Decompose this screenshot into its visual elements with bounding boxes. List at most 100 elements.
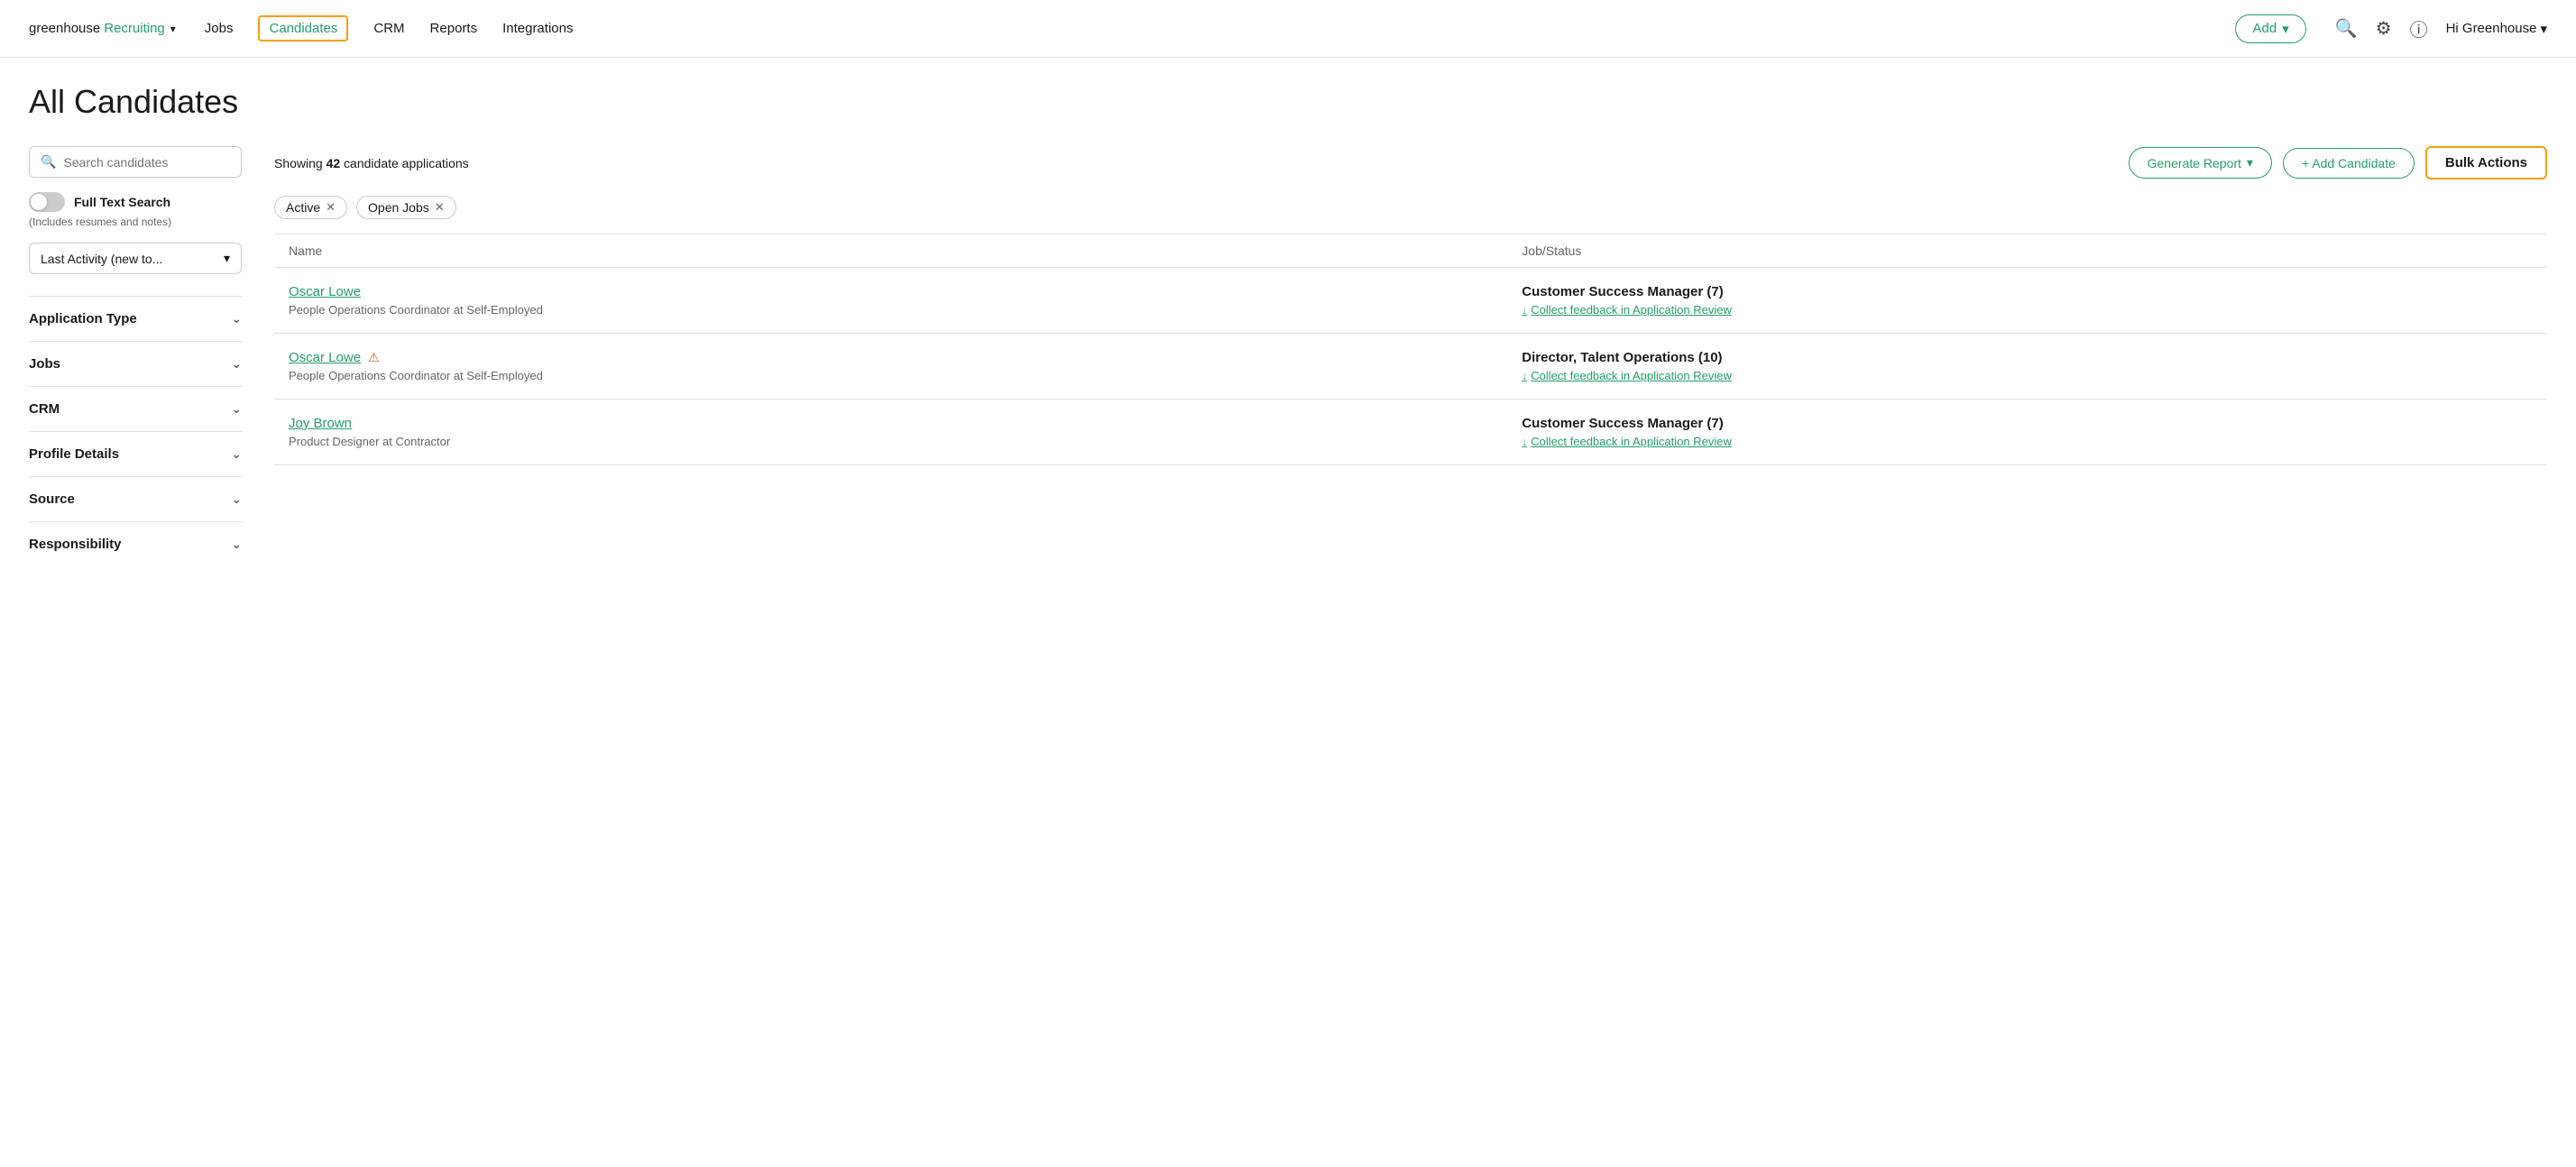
job-link-1[interactable]: ↓ Collect feedback in Application Review bbox=[1522, 369, 2533, 382]
nav-link-integrations[interactable]: Integrations bbox=[502, 17, 573, 40]
candidate-cell-1: Oscar Lowe ⚠ People Operations Coordinat… bbox=[274, 334, 1507, 400]
full-text-search-toggle[interactable] bbox=[29, 192, 65, 212]
table-body: Oscar Lowe People Operations Coordinator… bbox=[274, 268, 2547, 465]
job-link-0[interactable]: ↓ Collect feedback in Application Review bbox=[1522, 303, 2533, 317]
filter-tag-open-jobs[interactable]: Open Jobs ✕ bbox=[356, 196, 456, 219]
bulk-actions-button[interactable]: Bulk Actions bbox=[2425, 146, 2547, 179]
arrow-down-2: ↓ bbox=[1522, 436, 1527, 448]
nav-right: 🔍 ⚙ ⓘ Hi Greenhouse ▾ bbox=[2335, 15, 2547, 41]
page-container: All Candidates 🔍 Full Text Search (Inclu… bbox=[0, 58, 2576, 566]
job-cell-1: Director, Talent Operations (10) ↓ Colle… bbox=[1507, 334, 2547, 400]
add-candidate-button[interactable]: + Add Candidate bbox=[2283, 148, 2415, 179]
table-row: Joy Brown Product Designer at Contractor… bbox=[274, 400, 2547, 465]
col-job: Job/Status bbox=[1507, 234, 2547, 268]
toggle-label: Full Text Search bbox=[74, 195, 170, 209]
sidebar-section-profile-details[interactable]: Profile Details ⌄ bbox=[29, 431, 242, 476]
job-link-label-2: Collect feedback in Application Review bbox=[1531, 435, 1732, 448]
sidebar-section-source-label: Source bbox=[29, 492, 75, 507]
sidebar: 🔍 Full Text Search (Includes resumes and… bbox=[29, 146, 263, 566]
sidebar-section-application-type-label: Application Type bbox=[29, 311, 137, 326]
sidebar-section-crm-chevron: ⌄ bbox=[231, 401, 242, 417]
job-title-0: Customer Success Manager (7) bbox=[1522, 284, 2533, 299]
search-box[interactable]: 🔍 bbox=[29, 146, 242, 178]
sidebar-section-jobs-label: Jobs bbox=[29, 356, 60, 372]
table-row: Oscar Lowe People Operations Coordinator… bbox=[274, 268, 2547, 334]
sidebar-section-jobs[interactable]: Jobs ⌄ bbox=[29, 341, 242, 386]
filter-tag-active-label: Active bbox=[286, 200, 320, 215]
job-title-2: Customer Success Manager (7) bbox=[1522, 416, 2533, 431]
sidebar-section-application-type-chevron: ⌄ bbox=[231, 311, 242, 326]
brand-logo[interactable]: greenhouse Recruiting ▾ bbox=[29, 21, 176, 36]
name-row-0: Oscar Lowe bbox=[289, 284, 1493, 299]
table-header: Name Job/Status bbox=[274, 234, 2547, 268]
showing-text: Showing 42 candidate applications bbox=[274, 156, 469, 170]
navbar: greenhouse Recruiting ▾ Jobs Candidates … bbox=[0, 0, 2576, 58]
sidebar-section-responsibility[interactable]: Responsibility ⌄ bbox=[29, 521, 242, 566]
showing-suffix: candidate applications bbox=[340, 156, 468, 170]
sidebar-section-responsibility-label: Responsibility bbox=[29, 537, 122, 552]
filter-tag-open-jobs-remove[interactable]: ✕ bbox=[435, 200, 445, 215]
warning-icon-1: ⚠ bbox=[368, 350, 380, 365]
filter-tag-active-remove[interactable]: ✕ bbox=[326, 200, 336, 215]
add-button[interactable]: Add ▾ bbox=[2235, 14, 2305, 43]
sidebar-section-jobs-chevron: ⌄ bbox=[231, 356, 242, 372]
generate-report-label: Generate Report bbox=[2148, 156, 2241, 170]
job-link-label-1: Collect feedback in Application Review bbox=[1531, 369, 1732, 382]
sort-chevron: ▾ bbox=[224, 251, 230, 266]
user-menu[interactable]: Hi Greenhouse ▾ bbox=[2446, 21, 2547, 37]
candidate-name-1[interactable]: Oscar Lowe bbox=[289, 350, 361, 365]
header-actions: Generate Report ▾ + Add Candidate Bulk A… bbox=[2129, 146, 2547, 179]
filter-tag-active[interactable]: Active ✕ bbox=[274, 196, 347, 219]
nav-link-reports[interactable]: Reports bbox=[430, 17, 478, 40]
candidate-subtitle-1: People Operations Coordinator at Self-Em… bbox=[289, 369, 1493, 382]
arrow-down-1: ↓ bbox=[1522, 370, 1527, 382]
col-name: Name bbox=[274, 234, 1507, 268]
user-greeting: Hi Greenhouse bbox=[2446, 21, 2537, 36]
sidebar-section-profile-details-label: Profile Details bbox=[29, 446, 119, 462]
candidate-name-2[interactable]: Joy Brown bbox=[289, 416, 352, 431]
candidate-subtitle-0: People Operations Coordinator at Self-Em… bbox=[289, 303, 1493, 317]
candidate-name-0[interactable]: Oscar Lowe bbox=[289, 284, 361, 299]
filter-tags: Active ✕ Open Jobs ✕ bbox=[274, 196, 2547, 219]
sidebar-section-crm-label: CRM bbox=[29, 401, 60, 417]
nav-link-candidates[interactable]: Candidates bbox=[258, 15, 348, 41]
content-header: Showing 42 candidate applications Genera… bbox=[274, 146, 2547, 179]
nav-links: Jobs Candidates CRM Reports Integrations bbox=[205, 15, 2236, 41]
sidebar-section-source[interactable]: Source ⌄ bbox=[29, 476, 242, 521]
toggle-row: Full Text Search bbox=[29, 192, 242, 212]
candidate-cell-2: Joy Brown Product Designer at Contractor bbox=[274, 400, 1507, 465]
search-icon[interactable]: 🔍 bbox=[2335, 17, 2358, 40]
table-row: Oscar Lowe ⚠ People Operations Coordinat… bbox=[274, 334, 2547, 400]
candidates-table: Name Job/Status Oscar Lowe People Operat… bbox=[274, 234, 2547, 465]
sidebar-section-application-type[interactable]: Application Type ⌄ bbox=[29, 296, 242, 341]
sidebar-section-source-chevron: ⌄ bbox=[231, 492, 242, 507]
gear-icon[interactable]: ⚙ bbox=[2376, 17, 2392, 40]
generate-report-button[interactable]: Generate Report ▾ bbox=[2129, 147, 2272, 179]
help-icon[interactable]: ⓘ bbox=[2410, 15, 2428, 41]
name-row-1: Oscar Lowe ⚠ bbox=[289, 350, 1493, 365]
generate-report-chevron: ▾ bbox=[2247, 155, 2253, 170]
user-chevron: ▾ bbox=[2540, 21, 2547, 37]
showing-prefix: Showing bbox=[274, 156, 327, 170]
sidebar-section-responsibility-chevron: ⌄ bbox=[231, 537, 242, 552]
sidebar-section-crm[interactable]: CRM ⌄ bbox=[29, 386, 242, 431]
job-link-2[interactable]: ↓ Collect feedback in Application Review bbox=[1522, 435, 2533, 448]
sort-label: Last Activity (new to... bbox=[41, 252, 162, 266]
add-button-label: Add bbox=[2252, 21, 2277, 36]
name-row-2: Joy Brown bbox=[289, 416, 1493, 431]
search-input[interactable] bbox=[63, 155, 230, 170]
arrow-down-0: ↓ bbox=[1522, 304, 1527, 317]
add-candidate-label: + Add Candidate bbox=[2302, 156, 2396, 170]
job-cell-0: Customer Success Manager (7) ↓ Collect f… bbox=[1507, 268, 2547, 334]
sidebar-section-profile-details-chevron: ⌄ bbox=[231, 446, 242, 462]
candidate-subtitle-2: Product Designer at Contractor bbox=[289, 435, 1493, 448]
job-cell-2: Customer Success Manager (7) ↓ Collect f… bbox=[1507, 400, 2547, 465]
nav-link-crm[interactable]: CRM bbox=[373, 17, 404, 40]
toggle-sublabel: (Includes resumes and notes) bbox=[29, 216, 242, 228]
showing-count: 42 bbox=[327, 156, 341, 170]
sort-dropdown[interactable]: Last Activity (new to... ▾ bbox=[29, 243, 242, 274]
add-button-chevron: ▾ bbox=[2282, 21, 2289, 37]
page-title: All Candidates bbox=[29, 83, 2547, 121]
main-layout: 🔍 Full Text Search (Includes resumes and… bbox=[29, 146, 2547, 566]
nav-link-jobs[interactable]: Jobs bbox=[205, 17, 234, 40]
